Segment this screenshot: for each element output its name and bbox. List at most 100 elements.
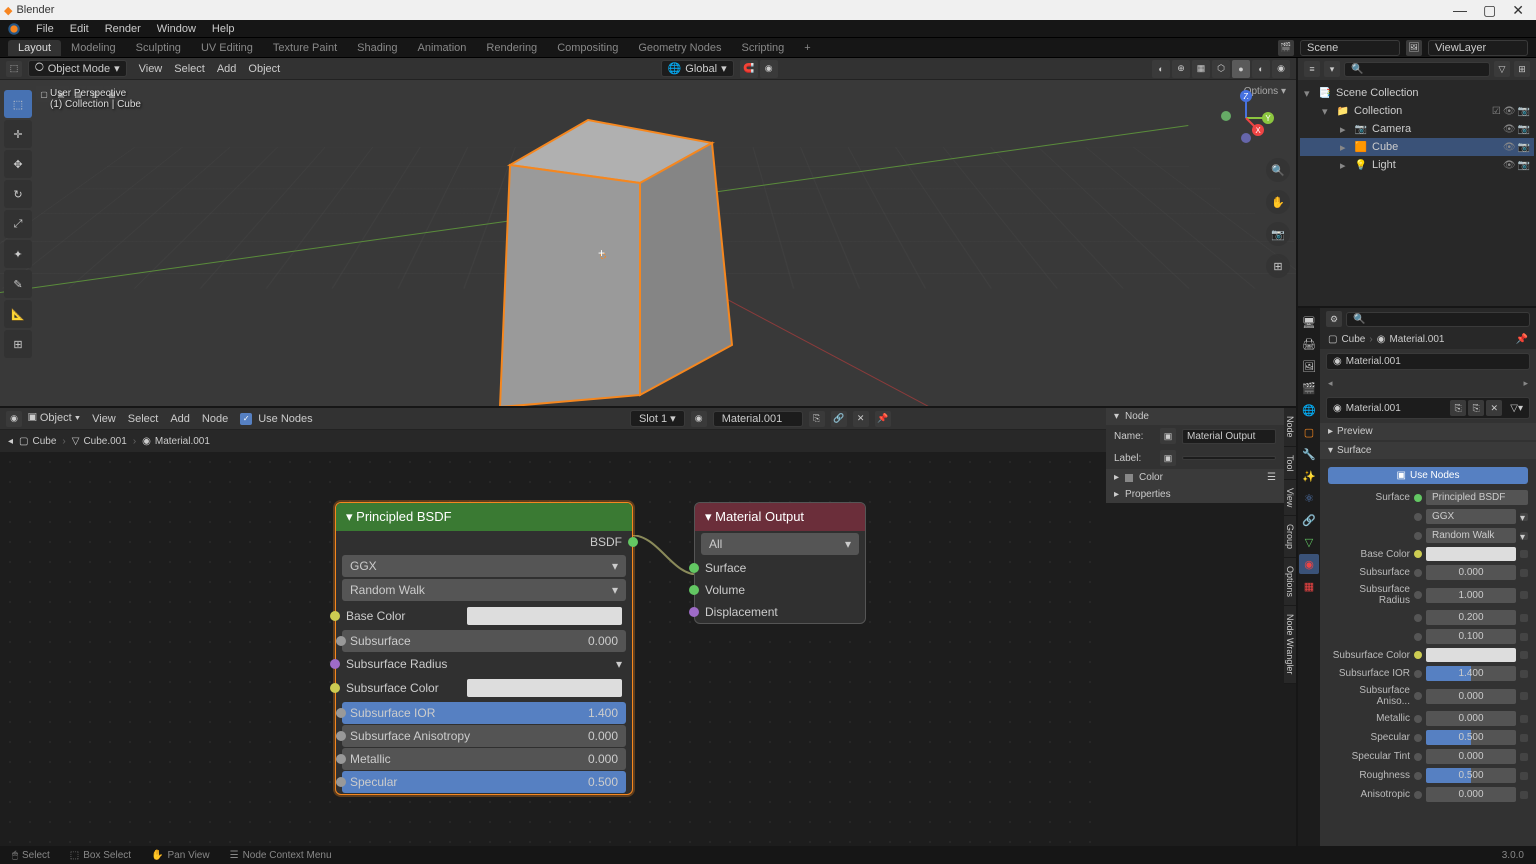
viewport-menu-add[interactable]: Add	[211, 61, 243, 77]
new-collection-icon[interactable]: ⊞	[1514, 61, 1530, 77]
node-name-field[interactable]: Material Output	[1182, 429, 1276, 444]
prop-value[interactable]: Random Walk▾	[1328, 526, 1528, 545]
side-tab-tool[interactable]: Tool	[1284, 447, 1296, 481]
prop-value[interactable]: 0.200	[1328, 608, 1528, 627]
node-menu-add[interactable]: Add	[164, 411, 196, 427]
texture-tab[interactable]: ▦	[1299, 576, 1319, 596]
prop-value[interactable]: 0.100	[1328, 627, 1528, 646]
menu-window[interactable]: Window	[149, 21, 204, 37]
mode-selector[interactable]: 🞅 Object Mode ▾	[28, 60, 127, 77]
prop-subsurface-aniso-[interactable]: Subsurface Aniso...0.000	[1328, 683, 1528, 709]
prop-metallic[interactable]: Metallic0.000	[1328, 709, 1528, 728]
editor-type-icon[interactable]: ≡	[1304, 61, 1320, 77]
menu-edit[interactable]: Edit	[62, 21, 97, 37]
output-volume-input[interactable]: Volume	[695, 579, 865, 601]
chevron-left-icon[interactable]: ◂	[8, 436, 13, 447]
xray-toggle[interactable]: ▦	[1192, 60, 1210, 78]
prop-subsurface[interactable]: Subsurface0.000	[1328, 563, 1528, 582]
shading-rendered[interactable]: ◉	[1272, 60, 1290, 78]
output-tab[interactable]: 🖨	[1299, 334, 1319, 354]
workspace-tab-compositing[interactable]: Compositing	[547, 40, 628, 56]
material-tab[interactable]: ◉	[1299, 554, 1319, 574]
use-nodes-checkbox[interactable]: ✓	[240, 413, 252, 425]
surface-section[interactable]: ▾ Surface	[1320, 442, 1536, 459]
close-button[interactable]: ✕	[1512, 2, 1524, 19]
prop-specular-tint[interactable]: Specular Tint0.000	[1328, 747, 1528, 766]
perspective-toggle-icon[interactable]: ⊞	[1266, 254, 1290, 278]
prop-value[interactable]: GGX▾	[1328, 507, 1528, 526]
tool-transform[interactable]: ✦	[4, 240, 32, 268]
shading-solid[interactable]: ●	[1232, 60, 1250, 78]
material-name-field[interactable]: Material.001	[713, 411, 803, 427]
viewport-menu-view[interactable]: View	[133, 61, 169, 77]
pin-icon[interactable]: 📌	[1516, 334, 1528, 345]
list-icon[interactable]: ☰	[1267, 472, 1276, 483]
material-output-node[interactable]: ▾ Material Output All ▾ SurfaceVolumeDis…	[694, 502, 866, 624]
bsdf-base-color-input[interactable]: Base Color	[336, 603, 632, 629]
filter-icon[interactable]: ▽	[1494, 61, 1510, 77]
camera-view-icon[interactable]: 📷	[1266, 222, 1290, 246]
prop-subsurface-color[interactable]: Subsurface Color	[1328, 646, 1528, 664]
bsdf-metallic-slider[interactable]: Metallic0.000	[342, 748, 626, 770]
material-slot-field[interactable]: ◉ Material.001	[1326, 353, 1530, 370]
outliner-item-collection[interactable]: ▾📁Collection☑👁📷	[1300, 102, 1534, 120]
unlink-icon[interactable]: 🔗	[831, 411, 847, 427]
bsdf-subsurface-anisotropy-slider[interactable]: Subsurface Anisotropy0.000	[342, 725, 626, 747]
snap-toggle[interactable]: 🧲	[740, 60, 758, 78]
new-icon[interactable]: ⎘	[1450, 400, 1466, 416]
menu-help[interactable]: Help	[204, 21, 243, 37]
tool-measure[interactable]: 📐	[4, 300, 32, 328]
workspace-tab-modeling[interactable]: Modeling	[61, 40, 126, 56]
prop-base-color[interactable]: Base Color	[1328, 545, 1528, 563]
workspace-tab-layout[interactable]: Layout	[8, 40, 61, 56]
duplicate-icon[interactable]: ⎘	[1468, 400, 1484, 416]
slot-selector[interactable]: Slot 1 ▾	[630, 410, 685, 427]
menu-render[interactable]: Render	[97, 21, 149, 37]
bsdf-subsurface-color-input[interactable]: Subsurface Color	[336, 675, 632, 701]
node-menu-select[interactable]: Select	[122, 411, 165, 427]
tool-add[interactable]: ⊞	[4, 330, 32, 358]
prop-subsurface-ior[interactable]: Subsurface IOR1.400	[1328, 664, 1528, 683]
delete-icon[interactable]: ✕	[853, 411, 869, 427]
viewport-3d[interactable]: ⬚ 🞅 Object Mode ▾ ViewSelectAddObject 🌐 …	[0, 58, 1296, 408]
viewport-menu-select[interactable]: Select	[168, 61, 211, 77]
world-tab[interactable]: 🌐	[1299, 400, 1319, 420]
workspace-tab-uv-editing[interactable]: UV Editing	[191, 40, 263, 56]
distribution-dropdown[interactable]: GGX ▾	[342, 555, 626, 577]
outliner-item-light[interactable]: ▸💡Light👁📷	[1300, 156, 1534, 174]
modifiers-tab[interactable]: 🔧	[1299, 444, 1319, 464]
bsdf-subsurface-slider[interactable]: Subsurface0.000	[342, 630, 626, 652]
properties-search[interactable]: 🔍	[1346, 312, 1530, 327]
overlay-toggle[interactable]: ◐	[1152, 60, 1170, 78]
gizmo-toggle[interactable]: ⊕	[1172, 60, 1190, 78]
color-section-header[interactable]: ▸ Color ☰	[1106, 469, 1284, 486]
nav-gizmo[interactable]: Z Y X	[1216, 88, 1276, 148]
workspace-tab-animation[interactable]: Animation	[408, 40, 477, 56]
prop-subsurface-radius[interactable]: Subsurface Radius1.000	[1328, 582, 1528, 608]
preview-section[interactable]: ▸ Preview	[1320, 423, 1536, 440]
viewlayer-tab[interactable]: 🖼	[1299, 356, 1319, 376]
scene-tab[interactable]: 🎬	[1299, 378, 1319, 398]
side-tab-view[interactable]: View	[1284, 480, 1296, 516]
workspace-tab-sculpting[interactable]: Sculpting	[126, 40, 191, 56]
material-datablock-field[interactable]: ◉ Material.001 ⎘ ⎘ ✕ ▽▾	[1326, 397, 1530, 419]
subsurface-method-dropdown[interactable]: Random Walk ▾	[342, 579, 626, 601]
display-mode-icon[interactable]: ▾	[1324, 61, 1340, 77]
tool-move[interactable]: ✥	[4, 150, 32, 178]
outliner-item-cube[interactable]: ▸🟧Cube👁📷	[1300, 138, 1534, 156]
particles-tab[interactable]: ✨	[1299, 466, 1319, 486]
scene-name-field[interactable]: Scene	[1300, 40, 1400, 56]
tool-scale[interactable]: ⤢	[4, 210, 32, 238]
node-label-field[interactable]	[1182, 456, 1276, 460]
node-section-header[interactable]: ▾ Node	[1106, 408, 1284, 425]
chevron-down-icon[interactable]: ▽▾	[1510, 403, 1523, 414]
workspace-tab-shading[interactable]: Shading	[347, 40, 407, 56]
output-surface-input[interactable]: Surface	[695, 557, 865, 579]
proportional-toggle[interactable]: ◉	[760, 60, 778, 78]
prop-anisotropic[interactable]: Anisotropic0.000	[1328, 785, 1528, 804]
prop-roughness[interactable]: Roughness0.500	[1328, 766, 1528, 785]
editor-type-icon[interactable]: ◉	[6, 411, 22, 427]
tool-rotate[interactable]: ↻	[4, 180, 32, 208]
outliner-item-camera[interactable]: ▸📷Camera👁📷	[1300, 120, 1534, 138]
tool-cursor[interactable]: ✛	[4, 120, 32, 148]
